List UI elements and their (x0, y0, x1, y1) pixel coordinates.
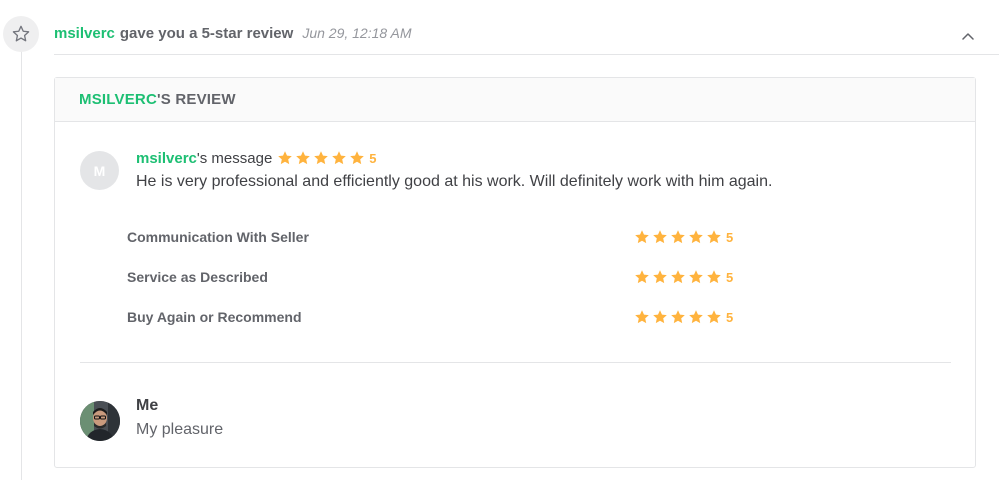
star-outline-icon (12, 25, 30, 42)
profile-photo-icon (80, 401, 120, 441)
star-icon (635, 230, 649, 244)
message-title: msilverc 's message 5 (136, 148, 377, 168)
event-timestamp: Jun 29, 12:18 AM (302, 25, 412, 41)
star-icon (635, 270, 649, 284)
rating-label: Buy Again or Recommend (127, 309, 302, 325)
star-icon (671, 270, 685, 284)
message-username[interactable]: msilverc (136, 150, 197, 167)
reply-author: Me (136, 397, 159, 414)
star-icon (671, 310, 685, 324)
buyer-avatar[interactable]: M (80, 151, 119, 190)
event-header: msilverc gave you a 5-star review Jun 29… (54, 23, 412, 43)
chevron-up-icon (962, 33, 974, 40)
review-card-header: MSILVERC 'S REVIEW (55, 78, 975, 122)
star-icon (635, 310, 649, 324)
header-divider (54, 54, 999, 55)
star-icon (332, 151, 347, 165)
overall-score: 5 (369, 150, 377, 166)
star-icon (707, 270, 721, 284)
rating-label: Communication With Seller (127, 229, 309, 245)
rating-stars: 5 (634, 269, 733, 285)
rating-row-recommend: Buy Again or Recommend 5 (127, 307, 747, 327)
timeline-line (21, 50, 22, 480)
star-icon (350, 151, 365, 165)
star-icon (653, 310, 667, 324)
star-icon (296, 151, 311, 165)
card-divider (80, 362, 951, 363)
event-icon-circle (3, 16, 39, 52)
star-icon (707, 230, 721, 244)
rating-row-communication: Communication With Seller 5 (127, 227, 747, 247)
review-card: MSILVERC 'S REVIEW M msilverc 's message… (54, 77, 976, 468)
star-icon (653, 270, 667, 284)
star-icon (671, 230, 685, 244)
star-icon (689, 230, 703, 244)
star-icon (653, 230, 667, 244)
rating-score: 5 (726, 229, 734, 245)
collapse-button[interactable] (960, 29, 976, 43)
rating-stars: 5 (634, 309, 733, 325)
event-username[interactable]: msilverc (54, 25, 115, 42)
rating-score: 5 (726, 269, 734, 285)
seller-avatar[interactable] (80, 401, 120, 441)
rating-label: Service as Described (127, 269, 268, 285)
rating-stars: 5 (634, 229, 733, 245)
star-icon (314, 151, 329, 165)
review-header-name[interactable]: MSILVERC (79, 91, 157, 108)
star-icon (689, 310, 703, 324)
reply-text: My pleasure (136, 421, 224, 438)
rating-score: 5 (726, 309, 734, 325)
star-icon (689, 270, 703, 284)
star-icon (278, 151, 293, 165)
rating-row-service: Service as Described 5 (127, 267, 747, 287)
event-action: gave you a 5-star review (119, 24, 294, 42)
message-suffix: 's message (196, 149, 273, 167)
overall-stars: 5 (277, 150, 377, 166)
star-icon (707, 310, 721, 324)
review-header-suffix: 'S REVIEW (157, 91, 236, 108)
review-message: He is very professional and efficiently … (136, 173, 773, 190)
